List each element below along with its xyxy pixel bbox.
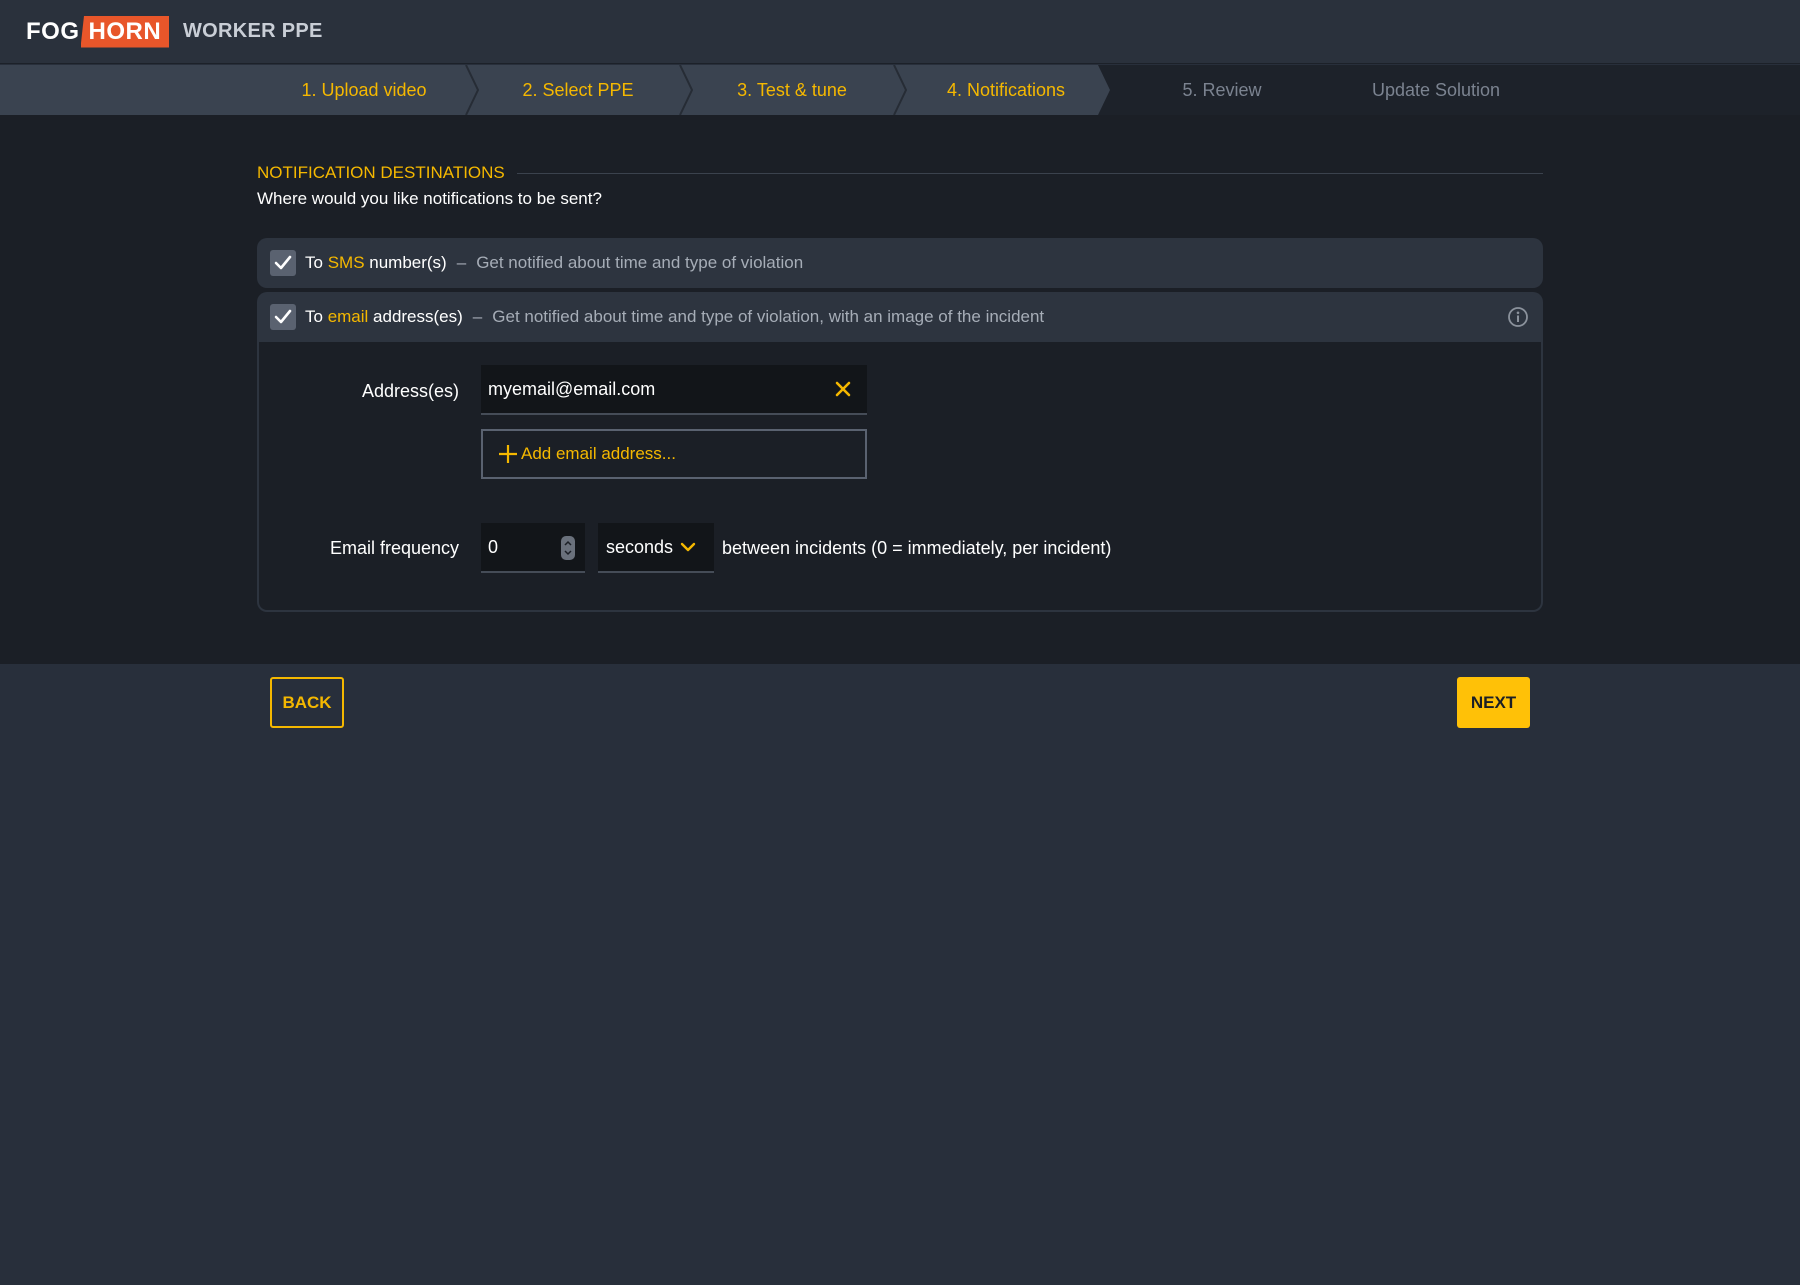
email-label-prefix: To [305, 307, 328, 326]
step-upload-video[interactable]: 1. Upload video [258, 65, 470, 115]
sms-description: Get notified about time and type of viol… [476, 253, 804, 272]
logo-text-right: HORN [80, 15, 170, 48]
email-checkbox[interactable] [270, 304, 296, 330]
frequency-unit-select[interactable]: seconds [598, 523, 714, 573]
addresses-label: Address(es) [361, 381, 459, 401]
email-description: Get notified about time and type of viol… [492, 307, 1045, 326]
email-address-field[interactable]: myemail@email.com [481, 365, 867, 415]
email-label-keyword: email [327, 307, 369, 326]
section-header: NOTIFICATION DESTINATIONS [257, 163, 1543, 183]
email-address-value: myemail@email.com [488, 378, 656, 399]
frequency-unit-value: seconds [606, 536, 674, 557]
add-email-label: Add email address... [521, 444, 676, 463]
app-header: FOG HORN WORKER PPE [0, 0, 1800, 64]
add-email-button[interactable]: Add email address... [481, 429, 867, 479]
wizard-stepper: 1. Upload video 2. Select PPE 3. Test & … [0, 65, 1800, 115]
close-icon[interactable] [833, 379, 853, 399]
frequency-value: 0 [488, 536, 499, 557]
plus-icon [499, 445, 517, 463]
check-icon [274, 255, 292, 270]
section-divider [516, 172, 1543, 174]
email-label-suffix: address(es) [368, 307, 463, 326]
email-dash: – [472, 307, 483, 326]
back-button[interactable]: BACK [270, 677, 344, 728]
email-settings-panel: Address(es) myemail@email.com Add email … [257, 342, 1543, 612]
main-panel: NOTIFICATION DESTINATIONS Where would yo… [0, 115, 1800, 664]
sms-destination-row[interactable]: To SMS number(s) – Get notified about ti… [257, 238, 1543, 288]
sms-label-prefix: To [305, 253, 328, 272]
step-notifications[interactable]: 4. Notifications [900, 65, 1112, 115]
sms-checkbox[interactable] [270, 250, 296, 276]
info-icon[interactable] [1507, 306, 1529, 328]
step-select-ppe[interactable]: 2. Select PPE [472, 65, 684, 115]
logo-text-left: FOG [26, 17, 80, 45]
section-subtitle: Where would you like notifications to be… [257, 189, 602, 208]
sms-label-suffix: number(s) [364, 253, 447, 272]
chevron-down-icon [680, 542, 696, 552]
frequency-number-input[interactable]: 0 [481, 523, 585, 573]
sms-dash: – [456, 253, 467, 272]
foghorn-logo[interactable]: FOG HORN [26, 14, 170, 49]
next-button[interactable]: NEXT [1457, 677, 1530, 728]
sms-label-keyword: SMS [327, 253, 365, 272]
check-icon [274, 309, 292, 324]
spinner-arrows-icon[interactable] [561, 536, 575, 560]
step-update-solution[interactable]: Update Solution [1330, 65, 1542, 115]
step-review[interactable]: 5. Review [1114, 65, 1330, 115]
step-test-tune[interactable]: 3. Test & tune [686, 65, 898, 115]
frequency-label: Email frequency [329, 538, 459, 558]
frequency-suffix-text: between incidents (0 = immediately, per … [722, 538, 1112, 558]
app-title: WORKER PPE [183, 20, 323, 42]
section-title: NOTIFICATION DESTINATIONS [257, 163, 505, 182]
email-destination-row[interactable]: To email address(es) – Get notified abou… [257, 292, 1543, 342]
